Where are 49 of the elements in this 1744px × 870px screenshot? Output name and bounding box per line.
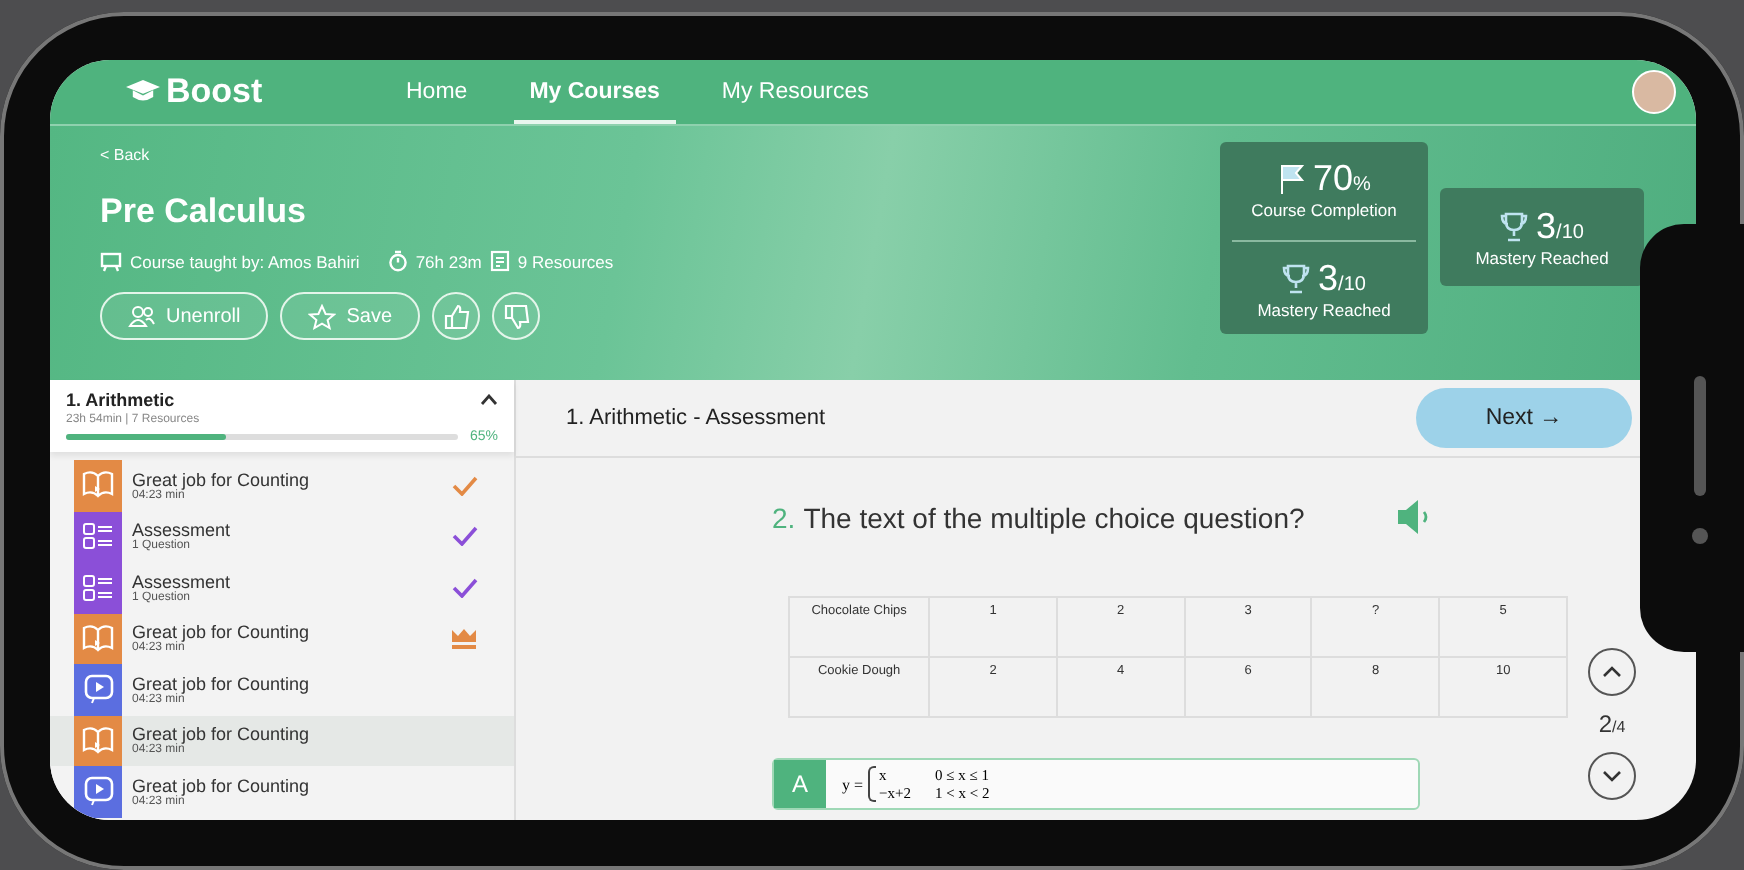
star-icon bbox=[308, 303, 337, 329]
brace-icon bbox=[867, 766, 876, 802]
lesson-title: Great job for Counting bbox=[132, 724, 312, 745]
trophy-icon bbox=[1282, 264, 1311, 294]
question-text: The text of the multiple choice question? bbox=[803, 501, 1305, 533]
lesson-title: Great job for Counting bbox=[132, 775, 312, 796]
completion-label: Course Completion bbox=[1251, 200, 1397, 220]
lesson-title: Great job for Counting bbox=[132, 469, 312, 490]
avatar[interactable] bbox=[1632, 70, 1676, 114]
lesson-title: Great job for Counting bbox=[132, 622, 312, 643]
thumbs-down-button[interactable] bbox=[492, 292, 541, 340]
people-icon bbox=[128, 304, 156, 328]
trophy-icon bbox=[1500, 212, 1529, 242]
question-number: 2. bbox=[772, 501, 796, 533]
answer-letter: A bbox=[774, 760, 826, 808]
camera-dot bbox=[1692, 528, 1708, 544]
book-icon bbox=[74, 715, 122, 766]
speaker-slot bbox=[1694, 376, 1706, 496]
checklist-icon bbox=[74, 562, 122, 613]
checklist-icon bbox=[74, 511, 122, 562]
presentation-board-icon bbox=[100, 251, 122, 271]
assessment-title: 1. Arithmetic - Assessment bbox=[566, 406, 826, 430]
thumbs-up-button[interactable] bbox=[432, 292, 481, 340]
course-teacher: Course taught by: Amos Bahiri bbox=[130, 251, 360, 271]
caret-icon[interactable] bbox=[480, 394, 498, 406]
lesson-title: Great job for Counting bbox=[132, 673, 312, 694]
lesson-title: Assessment bbox=[132, 571, 233, 592]
thumbs-down-icon bbox=[503, 303, 530, 329]
stopwatch-icon bbox=[387, 250, 408, 272]
play-icon bbox=[74, 664, 122, 715]
next-question-button[interactable] bbox=[1588, 752, 1636, 800]
course-duration: 76h 23m bbox=[415, 251, 482, 271]
thumbs-up-icon bbox=[443, 303, 470, 329]
mastery-label: Mastery Reached bbox=[1475, 248, 1609, 268]
mastery-label: Mastery Reached bbox=[1257, 300, 1391, 320]
previous-question-button[interactable] bbox=[1588, 648, 1636, 696]
book-icon bbox=[74, 460, 122, 511]
course-title: Pre Calculus bbox=[100, 192, 308, 232]
document-icon bbox=[489, 250, 510, 272]
chevron-down-icon bbox=[1602, 770, 1622, 782]
module-title: 1. Arithmetic bbox=[66, 390, 175, 410]
course-resources: 9 Resources bbox=[517, 251, 614, 271]
formula-text: y = bbox=[842, 775, 864, 793]
next-button[interactable]: Next → bbox=[1416, 388, 1632, 448]
flag-icon bbox=[1277, 163, 1306, 195]
lesson-title: Assessment bbox=[132, 520, 233, 541]
book-icon bbox=[74, 613, 122, 664]
graduation-cap-icon bbox=[126, 80, 160, 104]
chevron-up-icon bbox=[1602, 666, 1622, 678]
